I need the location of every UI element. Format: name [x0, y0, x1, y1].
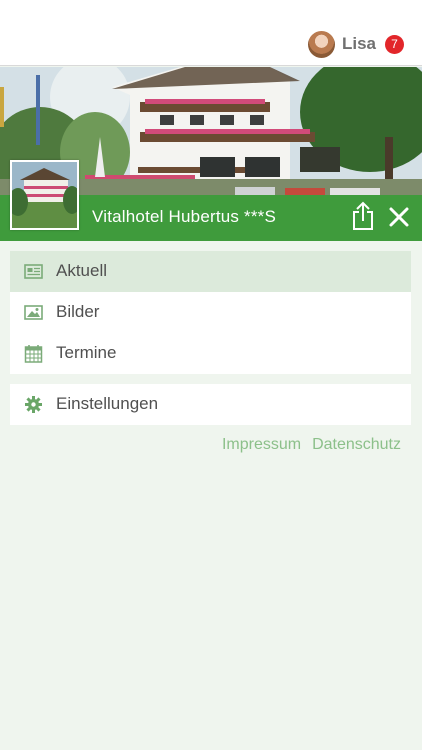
settings-menu: Einstellungen — [10, 384, 411, 425]
menu-item-aktuell[interactable]: Aktuell — [10, 251, 411, 292]
impressum-link[interactable]: Impressum — [222, 436, 301, 454]
calendar-icon — [24, 345, 43, 363]
menu-item-label: Bilder — [56, 302, 100, 321]
menu-item-termine[interactable]: Termine — [10, 333, 411, 374]
user-profile[interactable]: Lisa 7 — [307, 29, 404, 59]
menu-item-label: Aktuell — [56, 261, 108, 280]
datenschutz-link[interactable]: Datenschutz — [312, 436, 401, 454]
menu-item-label: Einstellungen — [56, 394, 159, 413]
top-bar: Lisa 7 — [0, 0, 422, 66]
menu-item-einstellungen[interactable]: Einstellungen — [10, 384, 411, 425]
hotel-title: Vitalhotel Hubertus ***S — [92, 207, 277, 226]
newspaper-icon — [24, 264, 43, 279]
image-icon — [24, 305, 43, 320]
footer-links: Impressum Datenschutz — [222, 436, 401, 454]
menu-item-label: Termine — [56, 343, 117, 362]
share-icon[interactable] — [351, 201, 375, 231]
gear-icon — [25, 396, 42, 413]
avatar[interactable] — [307, 30, 335, 58]
notification-badge[interactable]: 7 — [385, 34, 404, 54]
menu-item-bilder[interactable]: Bilder — [10, 292, 411, 333]
close-icon[interactable] — [388, 206, 410, 228]
user-name[interactable]: Lisa — [342, 34, 376, 54]
hotel-thumbnail — [10, 160, 79, 230]
main-menu: Aktuell Bilder Termine — [10, 251, 411, 374]
